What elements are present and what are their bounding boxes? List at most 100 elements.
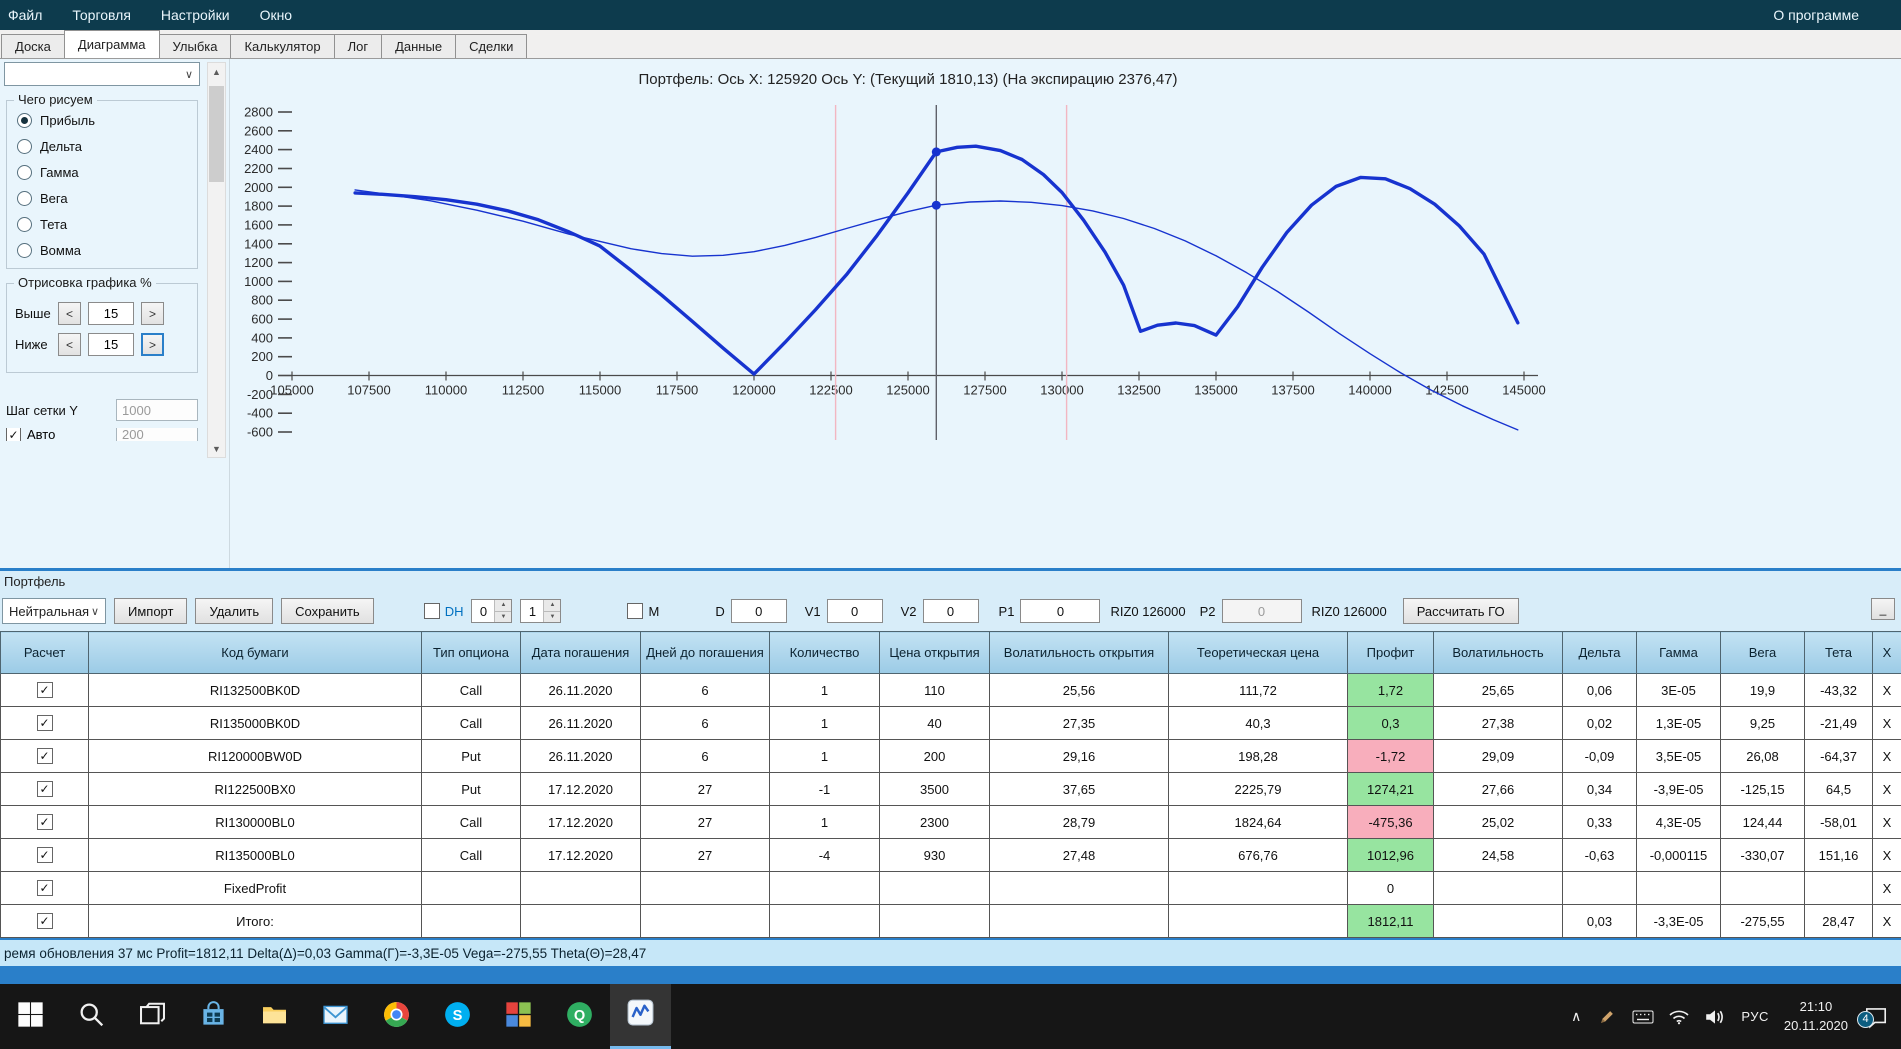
save-button[interactable]: Сохранить (281, 598, 374, 624)
taskbar-store-button[interactable] (183, 984, 244, 1049)
radio-option-Прибыль[interactable]: Прибыль (17, 113, 189, 128)
range-above-input[interactable]: 15 (88, 302, 134, 325)
m-checkbox[interactable] (627, 603, 644, 619)
taskbar-clock[interactable]: 21:10 20.11.2020 (1784, 998, 1848, 1034)
column-header-9[interactable]: Профит (1347, 631, 1434, 674)
minimize-panel-button[interactable]: _ (1871, 598, 1895, 620)
pen-icon[interactable] (1596, 1008, 1618, 1026)
table-row[interactable]: ✓ RI132500BK0D Call 26.11.2020 6 1 110 25,56 111… (0, 673, 1901, 707)
auto-checkbox[interactable]: ✓ (6, 428, 21, 441)
spin-down-icon[interactable]: ▼ (544, 611, 561, 622)
row-checkbox[interactable]: ✓ (0, 838, 89, 872)
column-header-14[interactable]: Тета (1804, 631, 1873, 674)
row-delete-button[interactable]: X (1872, 871, 1901, 905)
language-indicator[interactable]: РУС (1741, 1009, 1769, 1024)
column-header-10[interactable]: Волатильность (1433, 631, 1563, 674)
table-row[interactable]: ✓ Итого: 1812,11 0,03 -3,3E-05 -275,55 28,47 X (0, 904, 1901, 938)
row-delete-button[interactable]: X (1872, 739, 1901, 773)
column-header-0[interactable]: Расчет (0, 631, 89, 674)
draw-target-dropdown[interactable]: ∨ (4, 62, 200, 86)
column-header-13[interactable]: Вега (1720, 631, 1805, 674)
strategy-dropdown[interactable]: Нейтральная ∨ (2, 598, 106, 624)
menu-item[interactable]: Настройки (161, 7, 230, 23)
row-checkbox[interactable]: ✓ (0, 871, 89, 905)
keyboard-icon[interactable] (1632, 1008, 1654, 1026)
row-delete-button[interactable]: X (1872, 673, 1901, 707)
d-input[interactable]: 0 (730, 599, 787, 623)
table-row[interactable]: ✓ RI135000BK0D Call 26.11.2020 6 1 40 27,35 40,3… (0, 706, 1901, 740)
speaker-icon[interactable] (1704, 1008, 1726, 1026)
taskbar-skype-button[interactable]: S (427, 984, 488, 1049)
radio-option-Дельта[interactable]: Дельта (17, 139, 189, 154)
increase-above-button[interactable]: > (141, 302, 164, 325)
range-below-input[interactable]: 15 (88, 333, 134, 356)
taskbar-search-button[interactable] (61, 984, 122, 1049)
decrease-above-button[interactable]: < (58, 302, 81, 325)
spin-down-icon[interactable]: ▼ (495, 611, 512, 622)
taskbar-grid-app-button[interactable] (488, 984, 549, 1049)
radio-option-Гамма[interactable]: Гамма (17, 165, 189, 180)
radio-option-Вомма[interactable]: Вомма (17, 243, 189, 258)
tab-Калькулятор[interactable]: Калькулятор (230, 34, 335, 58)
column-header-11[interactable]: Дельта (1562, 631, 1637, 674)
taskbar-chart-app-button[interactable] (610, 984, 671, 1049)
menu-item[interactable]: Торговля (72, 7, 130, 23)
row-checkbox[interactable]: ✓ (0, 904, 89, 938)
delete-button[interactable]: Удалить (195, 598, 274, 624)
tab-Лог[interactable]: Лог (333, 34, 383, 58)
row-delete-button[interactable]: X (1872, 904, 1901, 938)
notification-center-button[interactable]: 4 (1857, 1004, 1889, 1030)
decrease-below-button[interactable]: < (58, 333, 81, 356)
tab-Доска[interactable]: Доска (1, 34, 65, 58)
row-checkbox[interactable]: ✓ (0, 772, 89, 806)
menu-item[interactable]: Файл (8, 7, 42, 23)
column-header-12[interactable]: Гамма (1636, 631, 1721, 674)
tab-Улыбка[interactable]: Улыбка (158, 34, 232, 58)
column-header-8[interactable]: Теоретическая цена (1168, 631, 1348, 674)
row-delete-button[interactable]: X (1872, 772, 1901, 806)
radio-option-Тета[interactable]: Тета (17, 217, 189, 232)
wifi-icon[interactable] (1668, 1008, 1690, 1026)
tab-Диаграмма[interactable]: Диаграмма (63, 30, 160, 58)
dh-spinner-2-value[interactable]: 1 (521, 600, 543, 622)
column-header-1[interactable]: Код бумаги (88, 631, 422, 674)
taskbar-explorer-button[interactable] (244, 984, 305, 1049)
taskbar-start-button[interactable] (0, 984, 61, 1049)
column-header-4[interactable]: Дней до погашения (640, 631, 770, 674)
column-header-5[interactable]: Количество (769, 631, 880, 674)
chevron-up-icon[interactable]: ∧ (1571, 1008, 1581, 1025)
row-checkbox[interactable]: ✓ (0, 706, 89, 740)
row-checkbox[interactable]: ✓ (0, 805, 89, 839)
menu-item[interactable]: Окно (260, 7, 293, 23)
calc-margin-button[interactable]: Рассчитать ГО (1402, 598, 1519, 624)
taskbar-chrome-button[interactable] (366, 984, 427, 1049)
v2-input[interactable]: 0 (922, 599, 979, 623)
table-row[interactable]: ✓ RI130000BL0 Call 17.12.2020 27 1 2300 28,79 18… (0, 805, 1901, 839)
column-header-2[interactable]: Тип опциона (421, 631, 521, 674)
column-header-3[interactable]: Дата погашения (520, 631, 641, 674)
dh-spinner-1-value[interactable]: 0 (472, 600, 494, 622)
row-checkbox[interactable]: ✓ (0, 739, 89, 773)
scrollbar-thumb[interactable] (209, 86, 224, 182)
scroll-down-icon[interactable]: ▼ (208, 440, 225, 457)
side-scrollbar[interactable]: ▲ ▼ (207, 62, 226, 458)
row-checkbox[interactable]: ✓ (0, 673, 89, 707)
scroll-up-icon[interactable]: ▲ (208, 63, 225, 80)
table-row[interactable]: ✓ RI135000BL0 Call 17.12.2020 27 -4 930 27,48 67… (0, 838, 1901, 872)
taskbar-quik-app-button[interactable]: Q (549, 984, 610, 1049)
p1-input[interactable]: 0 (1020, 599, 1101, 623)
table-row[interactable]: ✓ FixedProfit 0 X (0, 871, 1901, 905)
dh-checkbox[interactable] (423, 603, 440, 619)
tab-Сделки[interactable]: Сделки (455, 34, 528, 58)
menu-about[interactable]: О программе (1773, 7, 1859, 23)
import-button[interactable]: Импорт (114, 598, 188, 624)
taskbar-task-view-button[interactable] (122, 984, 183, 1049)
table-row[interactable]: ✓ RI120000BW0D Put 26.11.2020 6 1 200 29,16 198,… (0, 739, 1901, 773)
table-row[interactable]: ✓ RI122500BX0 Put 17.12.2020 27 -1 3500 37,65 22… (0, 772, 1901, 806)
tab-Данные[interactable]: Данные (381, 34, 457, 58)
column-header-6[interactable]: Цена открытия (879, 631, 990, 674)
row-delete-button[interactable]: X (1872, 706, 1901, 740)
radio-option-Вега[interactable]: Вега (17, 191, 189, 206)
column-header-15[interactable]: X (1872, 631, 1901, 674)
column-header-7[interactable]: Волатильность открытия (989, 631, 1169, 674)
